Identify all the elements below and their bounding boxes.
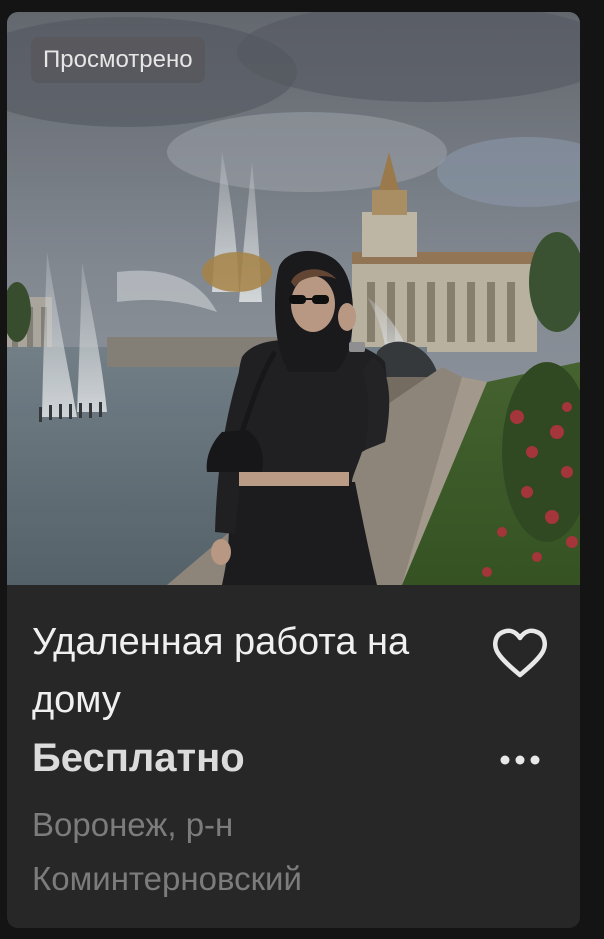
more-options-button[interactable]	[489, 745, 551, 775]
more-horizontal-icon	[500, 755, 540, 765]
listing-price: Бесплатно	[32, 736, 245, 780]
photo-woman-at-fountain	[7, 12, 580, 585]
favorite-button[interactable]	[489, 623, 551, 681]
listing-card[interactable]: Просмотрено Удаленная работа на дому Бес…	[7, 12, 580, 928]
heart-outline-icon	[493, 628, 547, 678]
listing-info: Удаленная работа на дому Бесплатно Ворон…	[7, 585, 580, 928]
listing-photo[interactable]: Просмотрено	[7, 12, 580, 585]
listing-location: Воронеж, р-н Коминтерновский	[32, 806, 302, 897]
listing-title[interactable]: Удаленная работа на дому	[32, 613, 462, 729]
viewed-badge: Просмотрено	[31, 37, 205, 83]
